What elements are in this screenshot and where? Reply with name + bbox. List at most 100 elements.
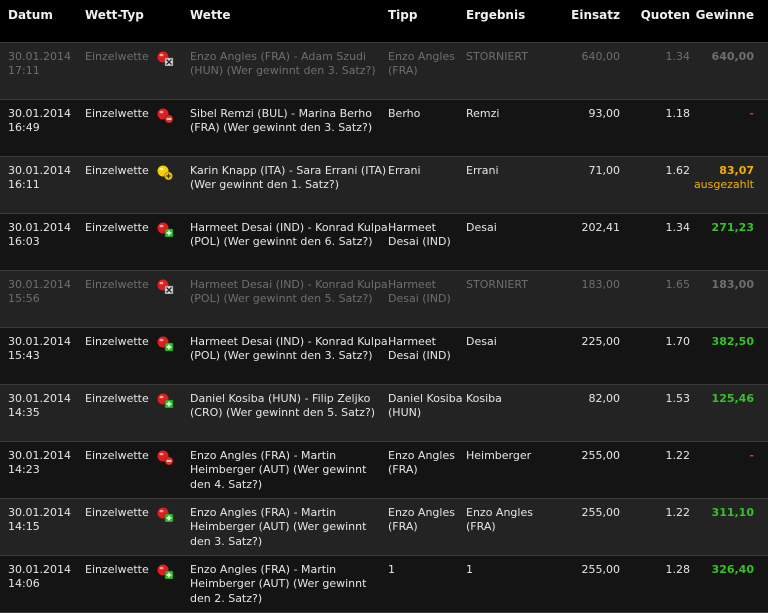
cell-tipp: Harmeet Desai (IND) [388,271,466,328]
cell-datum: 30.01.2014 17:11 [0,43,85,100]
cell-wett-typ: Einzelwette [85,271,190,328]
bet-paid-icon [156,164,174,180]
cell-tipp: Berho [388,100,466,157]
header-gewinne[interactable]: Gewinne [690,0,768,43]
cell-wett-typ: Einzelwette [85,385,190,442]
bet-stake: 255,00 [581,563,621,576]
bet-stake: 82,00 [588,392,621,405]
bet-odds: 1.62 [665,164,691,177]
bet-type: Einzelwette [85,563,149,576]
cell-quoten: 1.22 [620,499,691,556]
cell-gewinne: 326,40 [690,556,768,613]
bet-winnings: - [749,449,754,462]
bet-result: Enzo Angles (FRA) [466,506,533,534]
bet-type: Einzelwette [85,449,149,462]
cell-datum: 30.01.2014 14:35 [0,385,85,442]
cell-einsatz: 183,00 [550,271,621,328]
bet-won-icon [156,506,174,522]
header-tipp[interactable]: Tipp [388,0,466,43]
cell-wette: Harmeet Desai (IND) - Konrad Kulpa (POL)… [190,214,388,271]
cell-quoten: 1.22 [620,442,691,499]
bet-type: Einzelwette [85,506,149,519]
bet-stake: 640,00 [581,50,621,63]
cell-quoten: 1.34 [620,43,691,100]
table-row[interactable]: 30.01.2014 14:35 Einzelwette Daniel Kosiba … [0,384,768,442]
bet-tip: Harmeet Desai (IND) [388,221,451,249]
bet-result: Desai [466,221,497,234]
bet-stake: 93,00 [588,107,621,120]
bet-date: 30.01.2014 [8,335,71,348]
cell-wett-typ: Einzelwette [85,43,190,100]
table-row[interactable]: 30.01.2014 17:11 Einzelwette Enzo Angles (F… [0,42,768,100]
cell-wette: Sibel Remzi (BUL) - Marina Berho (FRA) (… [190,100,388,157]
bet-date: 30.01.2014 [8,164,71,177]
table-row[interactable]: 30.01.2014 16:03 Einzelwette Harmeet Desai … [0,213,768,271]
header-datum[interactable]: Datum [0,0,85,43]
cell-quoten: 1.65 [620,271,691,328]
table-row[interactable]: 30.01.2014 14:15 Einzelwette Enzo Angles (F… [0,498,768,556]
bet-tip: Berho [388,107,421,120]
cell-datum: 30.01.2014 16:49 [0,100,85,157]
table-row[interactable]: 30.01.2014 15:56 Einzelwette Harmeet Desai … [0,270,768,328]
header-einsatz[interactable]: Einsatz [550,0,620,43]
bet-result: STORNIERT [466,278,528,291]
cell-wette: Enzo Angles (FRA) - Martin Heimberger (A… [190,442,388,499]
cell-ergebnis: Remzi [466,100,550,157]
cell-wett-typ: Einzelwette [85,556,190,613]
bet-result: 1 [466,563,473,576]
header-wett-typ[interactable]: Wett-Typ [85,0,190,43]
cell-quoten: 1.70 [620,328,691,385]
cell-wett-typ: Einzelwette [85,442,190,499]
cell-ergebnis: Heimberger [466,442,550,499]
bet-tip: 1 [388,563,395,576]
bet-event: Harmeet Desai (IND) - Konrad Kulpa (POL)… [190,221,388,249]
cell-gewinne: 382,50 [690,328,768,385]
bet-type: Einzelwette [85,107,149,120]
bet-time: 14:15 [8,520,40,534]
bet-winnings: 311,10 [711,506,754,519]
cell-datum: 30.01.2014 16:11 [0,157,85,214]
cell-tipp: Harmeet Desai (IND) [388,328,466,385]
cell-gewinne: - [690,100,768,157]
bet-won-icon [156,335,174,351]
bet-odds: 1.53 [665,392,691,405]
cell-quoten: 1.28 [620,556,691,613]
cell-wett-typ: Einzelwette [85,157,190,214]
bet-time: 15:56 [8,292,40,306]
bet-time: 14:23 [8,463,40,477]
bet-date: 30.01.2014 [8,506,71,519]
bet-type: Einzelwette [85,221,149,234]
bet-winnings: 183,00 [711,278,754,291]
cell-wette: Daniel Kosiba (HUN) - Filip Zeljko (CRO)… [190,385,388,442]
cell-einsatz: 640,00 [550,43,621,100]
table-row[interactable]: 30.01.2014 14:23 Einzelwette Enzo Angles (F… [0,441,768,499]
bet-type: Einzelwette [85,335,149,348]
cell-einsatz: 202,41 [550,214,621,271]
cell-wett-typ: Einzelwette [85,328,190,385]
bet-time: 16:49 [8,121,40,135]
header-wette[interactable]: Wette [190,0,388,43]
bet-tip: Enzo Angles (FRA) [388,506,455,534]
bet-event: Sibel Remzi (BUL) - Marina Berho (FRA) (… [190,107,373,135]
bet-event: Harmeet Desai (IND) - Konrad Kulpa (POL)… [190,278,388,306]
cell-tipp: Harmeet Desai (IND) [388,214,466,271]
bet-tip: Enzo Angles (FRA) [388,449,455,477]
cell-ergebnis: STORNIERT [466,43,550,100]
cell-datum: 30.01.2014 14:06 [0,556,85,613]
bet-odds: 1.65 [665,278,691,291]
bet-type: Einzelwette [85,278,149,291]
table-row[interactable]: 30.01.2014 16:11 Einzelwette Karin Knapp (I… [0,156,768,214]
cell-ergebnis: STORNIERT [466,271,550,328]
header-ergebnis[interactable]: Ergebnis [466,0,550,43]
table-row[interactable]: 30.01.2014 14:06 Einzelwette Enzo Angles (F… [0,555,768,613]
cell-tipp: Enzo Angles (FRA) [388,442,466,499]
bet-stake: 202,41 [581,221,621,234]
bet-date: 30.01.2014 [8,50,71,63]
bet-won-icon [156,563,174,579]
bet-odds: 1.70 [665,335,691,348]
table-row[interactable]: 30.01.2014 15:43 Einzelwette Harmeet Desai … [0,327,768,385]
table-row[interactable]: 30.01.2014 16:49 Einzelwette Sibel Remzi (B… [0,99,768,157]
cell-wette: Enzo Angles (FRA) - Martin Heimberger (A… [190,556,388,613]
cell-wette: Harmeet Desai (IND) - Konrad Kulpa (POL)… [190,271,388,328]
header-quoten[interactable]: Quoten [620,0,690,43]
